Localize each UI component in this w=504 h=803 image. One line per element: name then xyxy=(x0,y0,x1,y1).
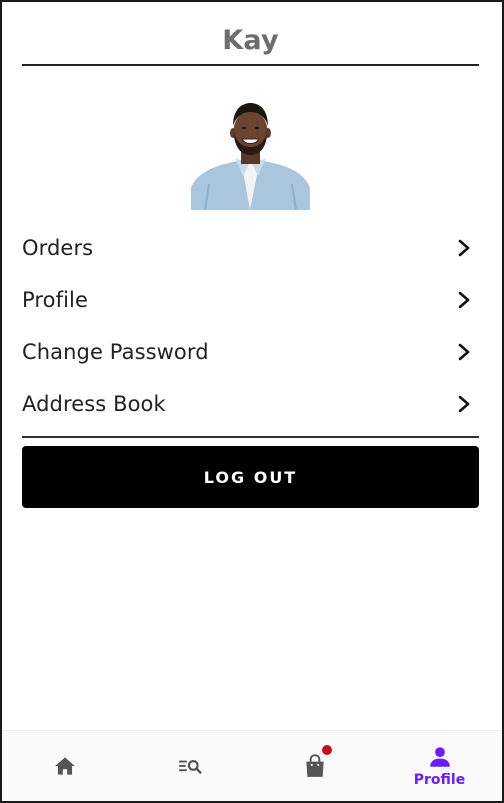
menu-item-change-password[interactable]: Change Password xyxy=(22,326,479,378)
person-icon xyxy=(429,747,450,767)
menu-item-orders[interactable]: Orders xyxy=(22,222,479,274)
logout-label: LOG OUT xyxy=(203,467,298,487)
app-screen: Kay Orders Profile Change Password Addre… xyxy=(0,0,504,803)
menu-item-profile[interactable]: Profile xyxy=(22,274,479,326)
home-icon xyxy=(54,757,75,775)
chevron-right-icon xyxy=(458,343,470,361)
nav-item-label: Profile xyxy=(413,772,466,788)
menu-item-label: Address Book xyxy=(22,392,166,416)
account-menu: Orders Profile Change Password Address B… xyxy=(22,222,479,430)
user-photo xyxy=(191,103,310,210)
divider xyxy=(22,436,479,438)
shopping-bag-icon xyxy=(305,754,324,777)
bottom-nav: Profile xyxy=(2,730,502,801)
nav-item-cart[interactable] xyxy=(252,731,377,801)
nav-item-profile[interactable]: Profile xyxy=(377,731,502,801)
chevron-right-icon xyxy=(458,291,470,309)
cart-badge xyxy=(322,745,332,755)
nav-item-home[interactable] xyxy=(2,731,127,801)
search-list-icon xyxy=(178,760,201,774)
chevron-right-icon xyxy=(458,395,470,413)
menu-item-label: Profile xyxy=(22,288,88,312)
nav-item-browse[interactable] xyxy=(127,731,252,801)
menu-item-label: Change Password xyxy=(22,340,209,364)
menu-item-label: Orders xyxy=(22,236,94,260)
logout-button[interactable]: LOG OUT xyxy=(22,446,479,508)
page-title: Kay xyxy=(222,24,279,56)
page-header: Kay xyxy=(22,16,479,66)
menu-item-address-book[interactable]: Address Book xyxy=(22,378,479,430)
chevron-right-icon xyxy=(458,239,470,257)
avatar xyxy=(191,98,310,210)
